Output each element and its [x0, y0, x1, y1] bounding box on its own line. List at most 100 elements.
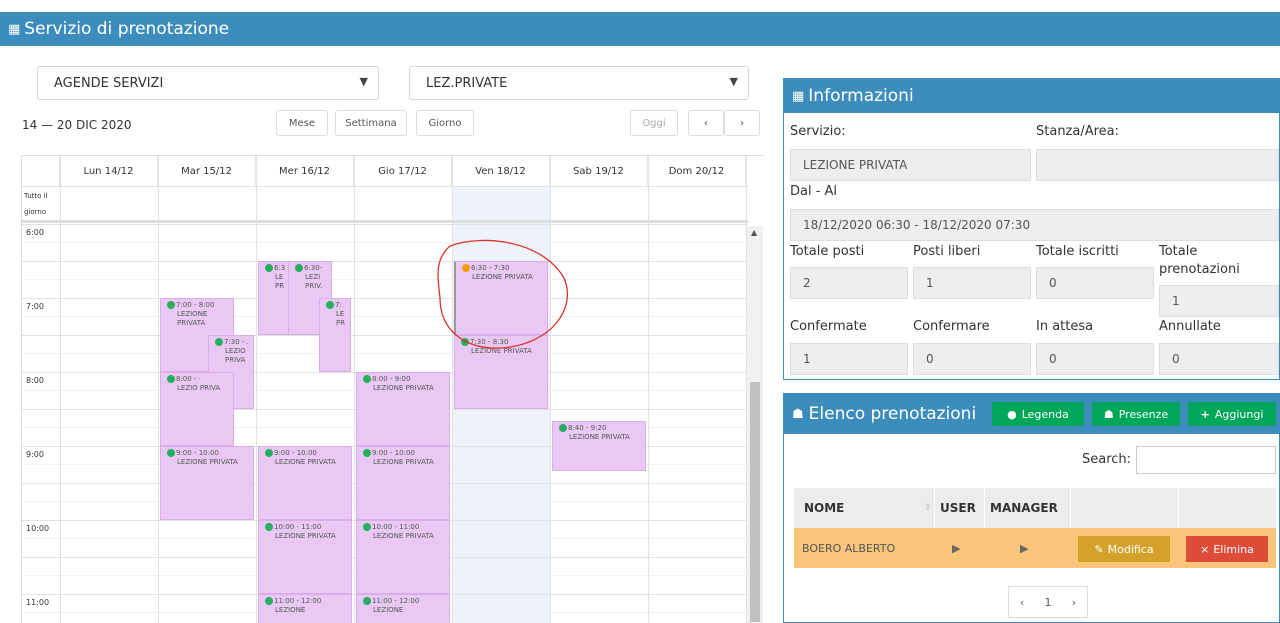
status-dot — [363, 449, 371, 457]
page-1-button[interactable]: 1 — [1035, 596, 1061, 609]
play-icon[interactable]: ▶ — [952, 528, 960, 568]
info-icon: ● — [1007, 407, 1017, 421]
time-label: 10:00 — [26, 524, 50, 533]
status-dot — [363, 375, 371, 383]
chevron-down-icon: ▼ — [359, 75, 368, 88]
today-button[interactable]: Oggi — [630, 110, 678, 136]
month-view-button[interactable]: Mese — [276, 110, 328, 136]
legend-button[interactable]: ● Legenda — [992, 402, 1084, 426]
users-icon: ☗ — [1103, 407, 1114, 421]
day-header: Mer 16/12 — [256, 156, 354, 186]
week-view-button[interactable]: Settimana — [335, 110, 407, 136]
search-label: Search: — [1082, 452, 1132, 467]
calendar-event[interactable]: 8:00 - · LEZIO PRIVA — [160, 372, 234, 446]
calendar-event[interactable]: 9:00 - 10:00 LEZIONE PRIVATA — [258, 446, 352, 520]
pagination: ‹ 1 › — [1008, 586, 1088, 618]
status-dot — [265, 523, 273, 531]
prev-page-button[interactable]: ‹ — [1009, 596, 1035, 609]
time-header-corner — [22, 156, 60, 186]
search-input[interactable] — [1136, 446, 1276, 474]
calendar-event[interactable]: 10:00 - 11:00 LEZIONE PRIVATA — [356, 520, 450, 594]
time-label: 9:00 — [26, 450, 44, 459]
users-icon: ☗ — [792, 406, 804, 422]
to-confirm-label: Confermare — [913, 319, 990, 334]
status-dot — [265, 449, 273, 457]
status-dot — [167, 449, 175, 457]
day-header: Ven 18/12 — [452, 156, 550, 186]
total-bookings-value: 1 — [1159, 285, 1279, 317]
column-manager[interactable]: MANAGER — [990, 488, 1058, 528]
all-day-label: Tutto il giorno — [24, 192, 48, 216]
confirmed-label: Confermate — [790, 319, 867, 334]
calendar-event[interactable]: 9:00 - 10:00 LEZIONE PRIVATA — [356, 446, 450, 520]
to-confirm-value: 0 — [913, 343, 1031, 375]
next-week-button[interactable]: › — [724, 110, 760, 136]
day-header: Gio 17/12 — [354, 156, 452, 186]
time-label: 7:00 — [26, 302, 44, 311]
calendar-event[interactable]: 9:00 - 10:00 LEZIONE PRIVATA — [160, 446, 254, 520]
service-label: Servizio: — [790, 124, 846, 139]
total-seats-label: Totale posti — [790, 244, 865, 259]
prev-week-button[interactable]: ‹ — [688, 110, 724, 136]
total-seats-value: 2 — [790, 267, 908, 299]
column-user[interactable]: USER — [940, 488, 976, 528]
day-header: Sab 19/12 — [550, 156, 648, 186]
plus-icon: + — [1200, 407, 1210, 421]
status-dot — [167, 301, 175, 309]
calendar-event[interactable]: 8:00 - 9:00 LEZIONE PRIVATA — [356, 372, 450, 446]
agenda-select-value: AGENDE SERVIZI — [54, 75, 164, 91]
calendar-icon: ▦ — [792, 88, 805, 104]
total-enrolled-value: 0 — [1036, 267, 1154, 299]
info-panel-title: Informazioni — [808, 86, 914, 106]
status-dot — [363, 597, 371, 605]
day-header: Mar 15/12 — [158, 156, 256, 186]
calendar-event[interactable]: 7: LE PR — [319, 298, 351, 372]
presence-button[interactable]: ☗ Presenze — [1092, 402, 1180, 426]
column-nome[interactable]: NOME — [804, 488, 844, 528]
scrollbar-thumb[interactable] — [750, 382, 760, 622]
week-calendar: Lun 14/12 Mar 15/12 Mer 16/12 Gio 17/12 … — [21, 155, 763, 623]
status-dot — [326, 301, 334, 309]
table-header: NOME ⇕ USER MANAGER — [794, 488, 1276, 528]
day-view-button[interactable]: Giorno — [416, 110, 474, 136]
total-enrolled-label: Totale iscritti — [1036, 244, 1119, 259]
booking-name: BOERO ALBERTO — [802, 541, 896, 555]
bookings-panel: ☗ Elenco prenotazioni ● Legenda ☗ Presenze… — [783, 393, 1280, 623]
status-dot — [559, 424, 567, 432]
delete-button[interactable]: × Elimina — [1186, 536, 1268, 562]
service-select-value: LEZ.PRIVATE — [426, 75, 508, 91]
info-panel-header: ▦ Informazioni — [784, 79, 1279, 113]
time-label: 6:00 — [26, 228, 44, 237]
service-select[interactable]: LEZ.PRIVATE ▼ — [409, 66, 749, 100]
day-header: Lun 14/12 — [60, 156, 158, 186]
sort-icon[interactable]: ⇕ — [924, 488, 932, 528]
confirmed-value: 1 — [790, 343, 908, 375]
calendar-event[interactable]: 8:40 - 9:20 LEZIONE PRIVATA — [552, 421, 646, 471]
calendar-scrollbar[interactable]: ▲ — [747, 226, 763, 623]
status-dot — [167, 375, 175, 383]
chevron-down-icon: ▼ — [729, 75, 738, 88]
waiting-label: In attesa — [1036, 319, 1094, 334]
free-seats-label: Posti liberi — [913, 244, 981, 259]
play-icon[interactable]: ▶ — [1020, 528, 1028, 568]
date-range: 14 — 20 DIC 2020 — [22, 118, 132, 132]
status-dot — [265, 597, 273, 605]
calendar-event[interactable]: 10:00 - 11:00 LEZIONE PRIVATA — [258, 520, 352, 594]
add-booking-button[interactable]: + Aggiungi — [1188, 402, 1276, 426]
scroll-up-icon[interactable]: ▲ — [751, 228, 757, 237]
edit-button[interactable]: ✎ Modifica — [1078, 536, 1170, 562]
total-bookings-label: Totale — [1159, 244, 1198, 259]
app-title: Servizio di prenotazione — [24, 19, 230, 39]
time-label: 11:00 — [26, 598, 50, 607]
date-range-label: Dal - Al — [790, 184, 838, 199]
red-circle-annotation — [437, 239, 569, 349]
calendar-event[interactable]: 11:00 - 12:00 LEZIONE — [258, 594, 352, 623]
calendar-event[interactable]: 11:00 - 12:00 LEZIONE — [356, 594, 450, 623]
date-range-value: 18/12/2020 06:30 - 18/12/2020 07:30 — [790, 209, 1279, 241]
close-icon: × — [1200, 542, 1210, 556]
next-page-button[interactable]: › — [1061, 596, 1087, 609]
service-value: LEZIONE PRIVATA — [790, 149, 1031, 181]
status-dot — [295, 264, 303, 272]
agenda-select[interactable]: AGENDE SERVIZI ▼ — [37, 66, 379, 100]
status-dot — [265, 264, 273, 272]
